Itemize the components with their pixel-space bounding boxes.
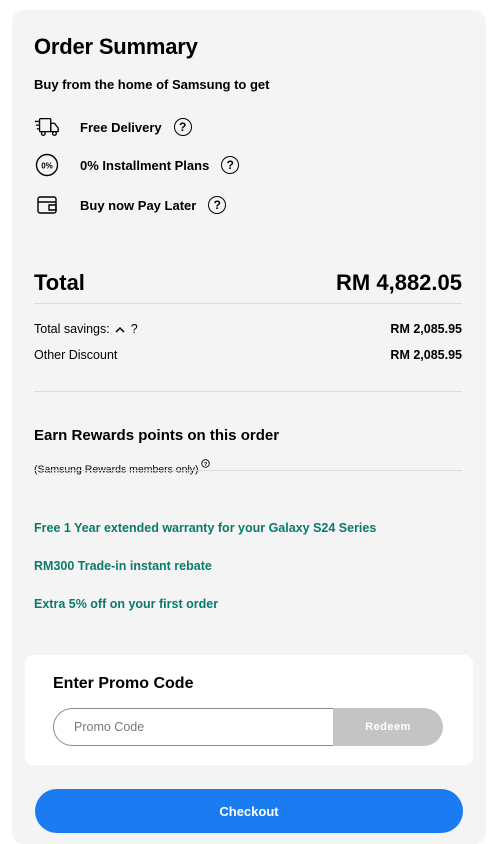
benefit-installment-plans: 0% 0% Installment Plans ? — [34, 152, 240, 178]
promo-first-order[interactable]: Extra 5% off on your first order — [34, 597, 218, 611]
benefits-subtitle: Buy from the home of Samsung to get — [34, 77, 270, 92]
divider — [34, 391, 462, 392]
redeem-button[interactable]: Redeem — [333, 708, 443, 746]
benefit-buy-now-pay-later: Buy now Pay Later ? — [34, 192, 227, 218]
wallet-icon — [34, 192, 60, 218]
savings-help-icon[interactable]: ? — [131, 322, 138, 336]
svg-text:0%: 0% — [41, 162, 53, 171]
benefit-label: Buy now Pay Later — [80, 197, 197, 213]
total-label: Total — [34, 270, 85, 295]
page-title: Order Summary — [34, 34, 198, 59]
savings-row[interactable]: Total savings: ? — [34, 322, 138, 336]
divider — [34, 303, 462, 304]
help-icon[interactable]: ? — [208, 196, 227, 214]
chevron-up-icon[interactable] — [115, 324, 125, 336]
promo-code-card: Enter Promo Code Redeem — [25, 655, 473, 765]
benefit-free-delivery: Free Delivery ? — [34, 114, 192, 140]
benefit-label: Free Delivery — [80, 119, 162, 135]
savings-value: RM 2,085.95 — [390, 322, 462, 336]
order-summary-panel: Order Summary Buy from the home of Samsu… — [12, 10, 486, 844]
benefit-label: 0% Installment Plans — [80, 157, 210, 173]
promo-code-input[interactable] — [53, 708, 353, 746]
rewards-note: (Samsung Rewards members only) ? — [34, 459, 211, 476]
divider — [34, 470, 462, 471]
svg-text:?: ? — [204, 462, 208, 468]
promo-trade-in[interactable]: RM300 Trade-in instant rebate — [34, 559, 212, 573]
zero-percent-icon: 0% — [34, 152, 60, 178]
discount-label: Other Discount — [34, 348, 118, 362]
total-value: RM 4,882.05 — [336, 270, 462, 295]
help-icon[interactable]: ? — [221, 156, 240, 174]
help-icon[interactable]: ? — [173, 118, 192, 136]
promo-warranty[interactable]: Free 1 Year extended warranty for your G… — [34, 521, 376, 535]
savings-label: Total savings: — [34, 322, 110, 336]
checkout-button[interactable]: Checkout — [35, 789, 463, 833]
rewards-title: Earn Rewards points on this order — [34, 427, 280, 444]
delivery-truck-icon — [34, 114, 60, 140]
discount-value: RM 2,085.95 — [390, 348, 462, 362]
promo-code-title: Enter Promo Code — [53, 675, 194, 692]
